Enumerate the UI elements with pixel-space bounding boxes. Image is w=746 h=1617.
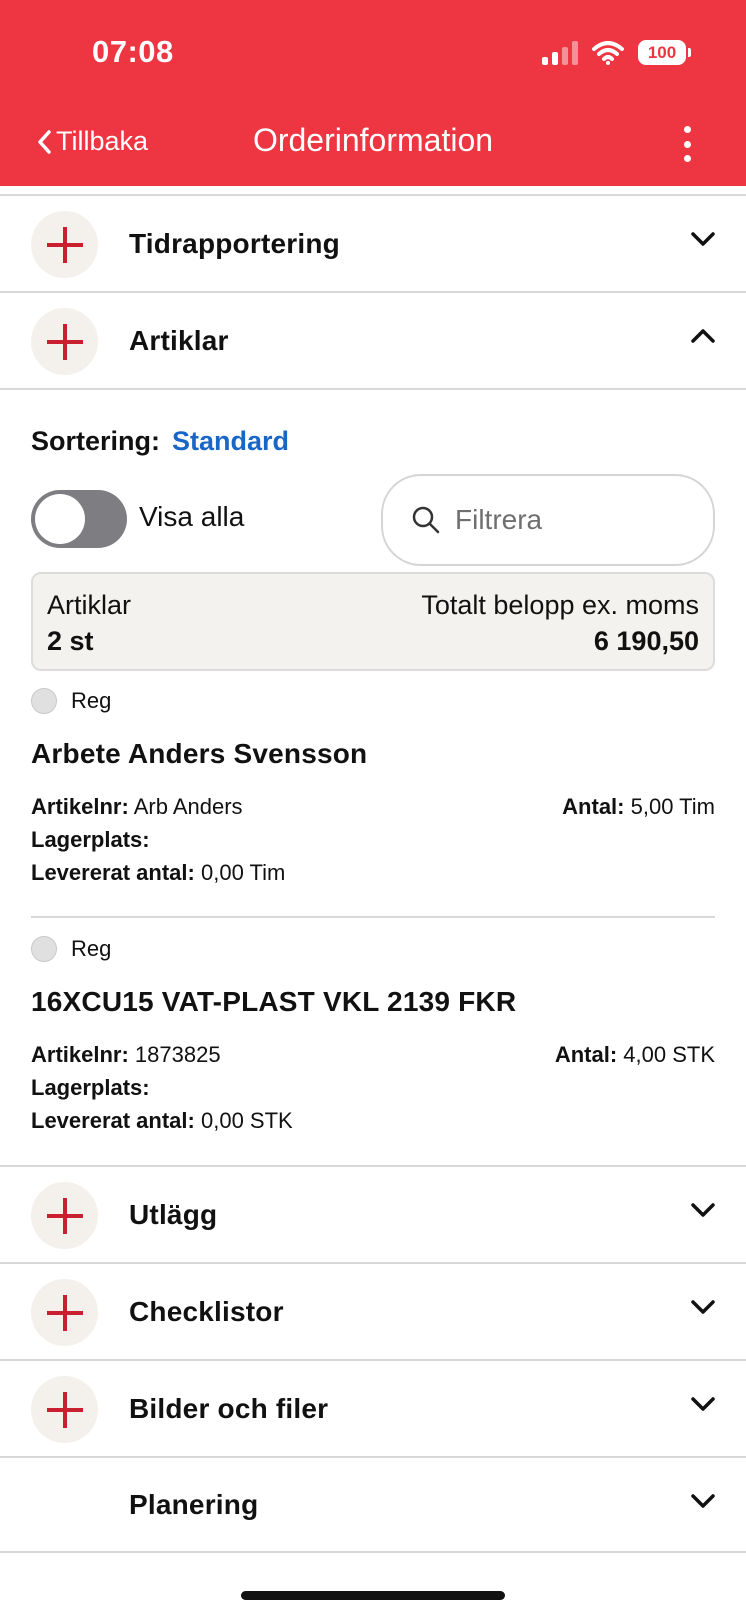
add-bild-button[interactable] <box>31 1376 98 1443</box>
antal-line: Antal: 4,00 STK <box>554 1042 715 1067</box>
home-indicator[interactable] <box>241 1591 505 1600</box>
section-title: Tidrapportering <box>129 227 340 259</box>
app-header: 07:08 100 Tillbaka Orderinformation <box>0 0 746 186</box>
select-radio[interactable] <box>31 688 57 714</box>
chevron-down-icon[interactable] <box>690 1298 716 1316</box>
chevron-down-icon[interactable] <box>690 230 716 248</box>
section-title: Checklistor <box>129 1295 284 1327</box>
status-icons: 100 <box>542 40 691 65</box>
chevron-up-icon[interactable] <box>690 327 716 345</box>
signal-icon <box>542 40 578 65</box>
article-status-row: Reg <box>31 936 715 962</box>
section-checklistor[interactable]: Checklistor <box>0 1262 746 1359</box>
antal-value: 5,00 Tim <box>630 794 715 819</box>
more-vertical-icon <box>683 126 691 133</box>
levererat-line: Levererat antal: 0,00 Tim <box>31 860 286 885</box>
show-all-label: Visa alla <box>139 501 245 532</box>
articles-summary: Artiklar 2 st Totalt belopp ex. moms 6 1… <box>31 572 715 671</box>
summary-total-label: Totalt belopp ex. moms <box>421 590 699 620</box>
order-content: Tidrapportering Artiklar Sortering: Stand… <box>0 186 746 1553</box>
search-icon <box>412 506 440 534</box>
chevron-down-icon[interactable] <box>690 1492 716 1510</box>
article-title: 16XCU15 VAT-PLAST VKL 2139 FKR <box>31 986 517 1017</box>
plus-icon <box>46 323 83 360</box>
article-status-row: Reg <box>31 688 715 714</box>
levererat-value: 0,00 STK <box>200 1108 293 1133</box>
lagerplats-line: Lagerplats: <box>31 1075 150 1100</box>
add-checklista-button[interactable] <box>31 1279 98 1346</box>
section-title: Bilder och filer <box>129 1392 329 1424</box>
plus-icon <box>46 226 83 263</box>
article-status: Reg <box>71 688 112 713</box>
article-details: Artikelnr: 1873825 Lagerplats: Levererat… <box>31 1038 715 1137</box>
article-item[interactable]: Reg 16XCU15 VAT-PLAST VKL 2139 FKR Artik… <box>31 936 715 1137</box>
articles-panel: Sortering: Standard Visa alla Artiklar 2 … <box>0 388 746 1165</box>
add-tidrapportering-button[interactable] <box>31 211 98 278</box>
summary-count-label: Artiklar <box>47 590 132 620</box>
show-all-toggle[interactable] <box>31 490 127 548</box>
antal-line: Antal: 5,00 Tim <box>562 794 715 819</box>
status-time: 07:08 <box>92 34 174 69</box>
article-title: Arbete Anders Svensson <box>31 738 368 769</box>
section-planering[interactable]: Planering <box>0 1456 746 1553</box>
battery-icon: 100 <box>638 40 691 65</box>
plus-icon <box>46 1294 83 1331</box>
chevron-down-icon[interactable] <box>690 1395 716 1413</box>
article-details: Artikelnr: Arb Anders Lagerplats: Levere… <box>31 790 715 889</box>
toggle-knob <box>35 494 85 544</box>
plus-icon <box>46 1391 83 1428</box>
levererat-line: Levererat antal: 0,00 STK <box>31 1108 293 1133</box>
plus-icon <box>46 1197 83 1234</box>
antal-value: 4,00 STK <box>623 1042 715 1067</box>
filter-input[interactable] <box>455 504 685 536</box>
wifi-icon <box>592 40 624 65</box>
section-tidrapportering[interactable]: Tidrapportering <box>0 194 746 291</box>
more-button[interactable] <box>680 126 694 162</box>
artikelnr-value: Arb Anders <box>133 794 243 819</box>
article-item[interactable]: Reg Arbete Anders Svensson Artikelnr: Ar… <box>31 688 715 889</box>
summary-total-value: 6 190,50 <box>593 626 699 656</box>
article-status: Reg <box>71 936 112 961</box>
page-title: Orderinformation <box>252 122 494 158</box>
levererat-value: 0,00 Tim <box>200 860 286 885</box>
section-title: Artiklar <box>129 324 229 356</box>
select-radio[interactable] <box>31 936 57 962</box>
section-artiklar[interactable]: Artiklar <box>0 291 746 388</box>
article-divider <box>31 916 715 918</box>
filter-field[interactable] <box>381 474 715 566</box>
chevron-down-icon[interactable] <box>690 1201 716 1219</box>
summary-count-value: 2 st <box>47 626 94 656</box>
section-bilder-och-filer[interactable]: Bilder och filer <box>0 1359 746 1456</box>
section-title: Planering <box>129 1488 259 1520</box>
sort-label: Sortering: <box>31 426 161 456</box>
add-utlagg-button[interactable] <box>31 1182 98 1249</box>
section-utlagg[interactable]: Utlägg <box>0 1165 746 1262</box>
add-artikel-button[interactable] <box>31 308 98 375</box>
section-title: Utlägg <box>129 1198 218 1230</box>
sort-value-link[interactable]: Standard <box>172 426 289 456</box>
artikelnr-value: 1873825 <box>134 1042 221 1067</box>
sort-row: Sortering: Standard <box>31 426 289 457</box>
lagerplats-line: Lagerplats: <box>31 827 150 852</box>
